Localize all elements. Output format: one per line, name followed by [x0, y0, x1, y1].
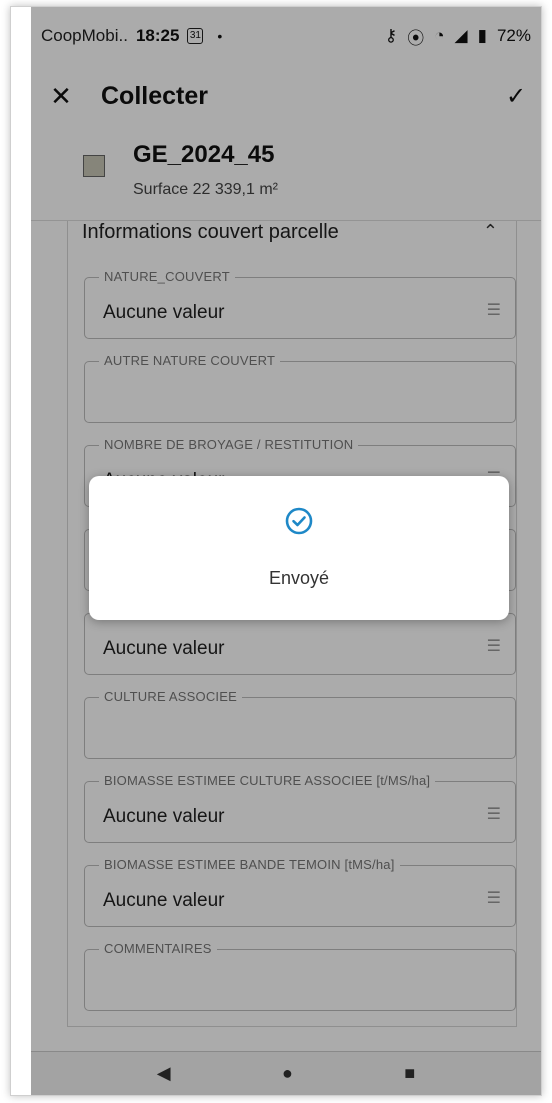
phone-screen: CoopMobi.. 18:25 31 • ⚷ ⦿ ◔ ◢ ▮ 72% ✕ Co… [31, 7, 541, 1095]
check-circle-icon [285, 507, 313, 535]
sent-dialog: Envoyé [89, 476, 509, 620]
screenshot-frame: CoopMobi.. 18:25 31 • ⚷ ⦿ ◔ ◢ ▮ 72% ✕ Co… [10, 6, 542, 1096]
dialog-message: Envoyé [268, 568, 330, 588]
